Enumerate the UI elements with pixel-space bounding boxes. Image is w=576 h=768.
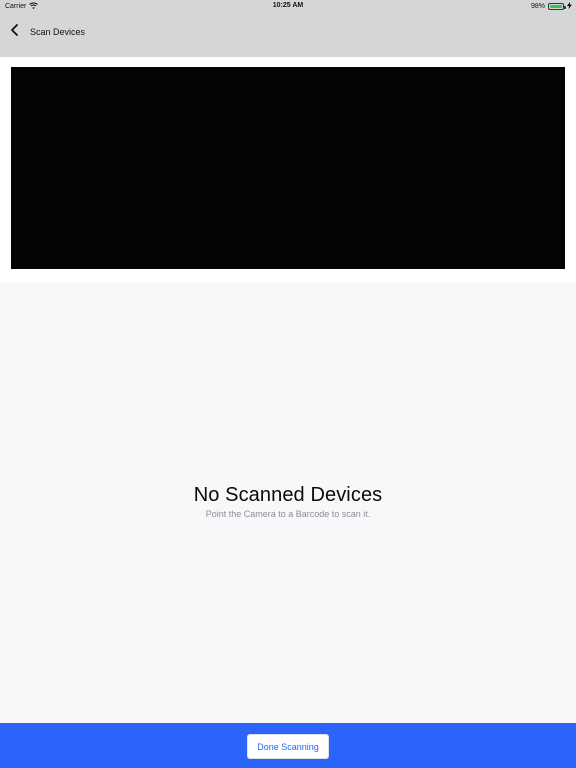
- battery-icon: [548, 3, 566, 10]
- empty-state-subtitle: Point the Camera to a Barcode to scan it…: [205, 509, 371, 519]
- top-bar: Carrier 10:25 AM 98% Scan Devices: [0, 0, 576, 57]
- battery-percent: 98%: [530, 3, 545, 10]
- back-button[interactable]: Scan Devices: [0, 20, 85, 44]
- camera-preview[interactable]: [11, 67, 565, 269]
- page-title: Scan Devices: [30, 27, 86, 37]
- navigation-bar: Scan Devices: [0, 20, 576, 44]
- empty-state: No Scanned Devices Point the Camera to a…: [0, 484, 576, 519]
- scan-devices-screen: Carrier 10:25 AM 98% Scan Devices No Sca…: [0, 0, 576, 768]
- bottom-bar: Done Scanning: [0, 723, 576, 768]
- done-scanning-button[interactable]: Done Scanning: [247, 734, 329, 759]
- battery-group: 98%: [531, 2, 572, 11]
- empty-state-title: No Scanned Devices: [193, 484, 383, 506]
- status-time: 10:25 AM: [272, 2, 304, 9]
- chevron-left-icon: [8, 23, 22, 42]
- battery-fill: [550, 5, 562, 8]
- bolt-icon: [567, 2, 572, 11]
- status-bar: Carrier 10:25 AM 98%: [0, 0, 576, 12]
